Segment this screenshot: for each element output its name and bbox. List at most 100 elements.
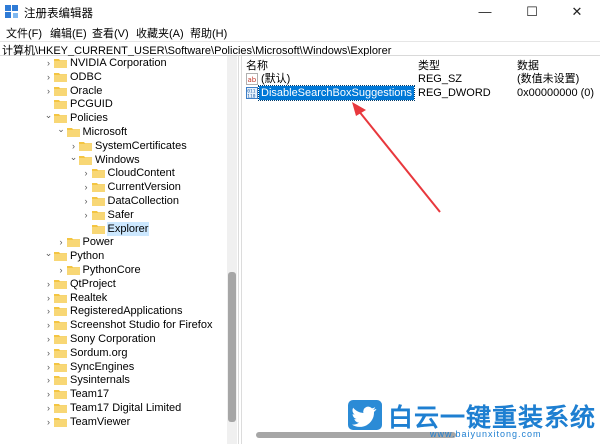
chevron-right-icon[interactable]: › — [44, 360, 53, 374]
tree-item[interactable]: ⌄ Microsoft — [0, 125, 230, 139]
tree-item[interactable]: › Sony Corporation — [0, 332, 230, 346]
tree-item[interactable]: › RegisteredApplications — [0, 304, 230, 318]
tree-item-label: Windows — [95, 153, 140, 166]
tree-item[interactable]: ⌄ Policies — [0, 111, 230, 125]
chevron-down-icon[interactable]: ⌄ — [44, 111, 53, 125]
chevron-right-icon[interactable]: › — [44, 387, 53, 401]
tree-item[interactable]: Explorer — [0, 221, 230, 236]
tree-item[interactable]: › SystemCertificates — [0, 139, 230, 153]
folder-icon — [66, 237, 80, 248]
tree-item-label: ODBC — [70, 70, 102, 83]
value-row[interactable]: ab (默认) REG_SZ (数值未设置) — [242, 72, 600, 86]
tree-item[interactable]: › Sysinternals — [0, 373, 230, 387]
chevron-right-icon[interactable]: › — [44, 84, 53, 98]
tree-item[interactable]: ⌄ Windows — [0, 152, 230, 167]
chevron-right-icon[interactable]: › — [44, 56, 53, 70]
tree-item[interactable]: › QtProject — [0, 277, 230, 291]
chevron-down-icon[interactable]: ⌄ — [44, 249, 53, 263]
tree-item[interactable]: PCGUID — [0, 97, 230, 111]
folder-icon — [54, 279, 67, 289]
chevron-right-icon[interactable]: › — [57, 235, 66, 249]
chevron-right-icon[interactable]: › — [44, 415, 53, 429]
chevron-down-icon[interactable]: ⌄ — [69, 152, 78, 167]
key-tree-pane[interactable]: › NVIDIA Corporation › ODBC › Oracle PCGUID ⌄ Po… — [0, 56, 238, 444]
chevron-down-icon[interactable]: ⌄ — [57, 125, 66, 139]
chevron-right-icon[interactable]: › — [44, 332, 53, 346]
chevron-right-icon[interactable]: › — [57, 263, 66, 277]
column-header-type[interactable]: 类型 — [418, 57, 440, 73]
tree-item[interactable]: › Sordum.org — [0, 346, 230, 360]
svg-text:110: 110 — [247, 94, 255, 100]
binary-value-icon: 011 110 — [246, 87, 258, 99]
value-row-selected[interactable]: 011 110 DisableSearchBoxSuggestions REG_… — [242, 85, 600, 101]
folder-icon — [54, 58, 67, 68]
chevron-right-icon[interactable]: › — [82, 180, 91, 194]
tree-item-label: CurrentVersion — [107, 181, 181, 194]
tree-item[interactable]: › Oracle — [0, 84, 230, 98]
tree-item[interactable]: › PythonCore — [0, 263, 230, 277]
registry-editor-icon — [5, 5, 18, 18]
folder-icon — [66, 265, 80, 275]
tree-item[interactable]: › Team17 Digital Limited — [0, 401, 230, 415]
chevron-right-icon[interactable]: › — [82, 166, 91, 180]
menu-file[interactable]: 文件(F) — [6, 25, 42, 41]
folder-icon — [54, 348, 67, 358]
menu-view[interactable]: 查看(V) — [92, 25, 129, 41]
maximize-button[interactable]: ☐ — [509, 0, 555, 24]
tree-item-label: RegisteredApplications — [70, 305, 183, 318]
chevron-right-icon[interactable]: › — [44, 304, 53, 318]
chevron-right-icon[interactable]: › — [69, 139, 78, 153]
value-type: REG_SZ — [418, 73, 463, 85]
tree-item[interactable]: ⌄ Python — [0, 249, 230, 263]
chevron-right-icon[interactable]: › — [44, 70, 53, 84]
chevron-right-icon[interactable]: › — [44, 277, 53, 291]
tree-item[interactable]: › ODBC — [0, 70, 230, 84]
chevron-right-icon[interactable]: › — [82, 208, 91, 222]
tree-item[interactable]: › Team17 — [0, 387, 230, 401]
folder-icon — [79, 141, 92, 151]
menu-help[interactable]: 帮助(H) — [190, 25, 227, 41]
menu-favorites[interactable]: 收藏夹(A) — [136, 25, 184, 41]
title-bar[interactable]: 注册表编辑器 — ☐ ✕ — [0, 0, 600, 24]
tree-item-label: Screenshot Studio for Firefox — [70, 319, 213, 332]
string-value-icon: ab — [246, 73, 258, 85]
close-button[interactable]: ✕ — [554, 0, 600, 24]
column-header-data[interactable]: 数据 — [517, 57, 539, 73]
tree-item[interactable]: › SyncEngines — [0, 360, 230, 374]
tree-item[interactable]: › Power — [0, 235, 230, 249]
folder-icon — [54, 306, 67, 317]
address-bar[interactable]: 计算机\HKEY_CURRENT_USER\Software\Policies\… — [0, 41, 600, 57]
tree-item[interactable]: › CloudContent — [0, 166, 230, 180]
folder-icon — [54, 251, 67, 262]
tree-item-label: PythonCore — [82, 264, 141, 276]
tree-item[interactable]: › TeamViewer — [0, 415, 230, 429]
chevron-right-icon[interactable]: › — [44, 318, 53, 332]
tree-item-label: PCGUID — [70, 98, 113, 111]
values-list-pane[interactable]: 名称 类型 数据 ab (默认) REG_SZ (数值未设置) 011 110 … — [242, 56, 600, 444]
tree-item[interactable]: › Screenshot Studio for Firefox — [0, 318, 230, 332]
tree-item[interactable]: › DataCollection — [0, 194, 230, 208]
chevron-right-icon[interactable]: › — [44, 373, 53, 387]
menu-edit[interactable]: 编辑(E) — [50, 25, 87, 41]
minimize-button[interactable]: — — [462, 0, 508, 24]
chevron-right-icon[interactable]: › — [44, 291, 53, 305]
folder-icon — [54, 86, 67, 96]
chevron-right-icon[interactable]: › — [44, 346, 53, 360]
folder-icon — [54, 72, 67, 82]
column-header-name[interactable]: 名称 — [246, 57, 268, 73]
tree-item[interactable]: › CurrentVersion — [0, 180, 230, 194]
tree-item-label: SystemCertificates — [95, 139, 187, 152]
chevron-right-icon[interactable]: › — [82, 194, 91, 208]
tree-item[interactable]: › Realtek — [0, 291, 230, 305]
tree-scrollbar-thumb[interactable] — [228, 272, 236, 422]
folder-icon — [66, 127, 80, 137]
chevron-right-icon[interactable]: › — [44, 401, 53, 415]
folder-icon — [54, 334, 67, 344]
no-expander — [82, 222, 91, 236]
tree-item-label: NVIDIA Corporation — [70, 57, 167, 69]
folder-icon — [54, 389, 67, 400]
folder-icon — [54, 403, 67, 413]
tree-item[interactable]: › NVIDIA Corporation — [0, 56, 230, 70]
tree-item[interactable]: › Safer — [0, 208, 230, 222]
tree-item-label: Team17 — [70, 388, 110, 401]
